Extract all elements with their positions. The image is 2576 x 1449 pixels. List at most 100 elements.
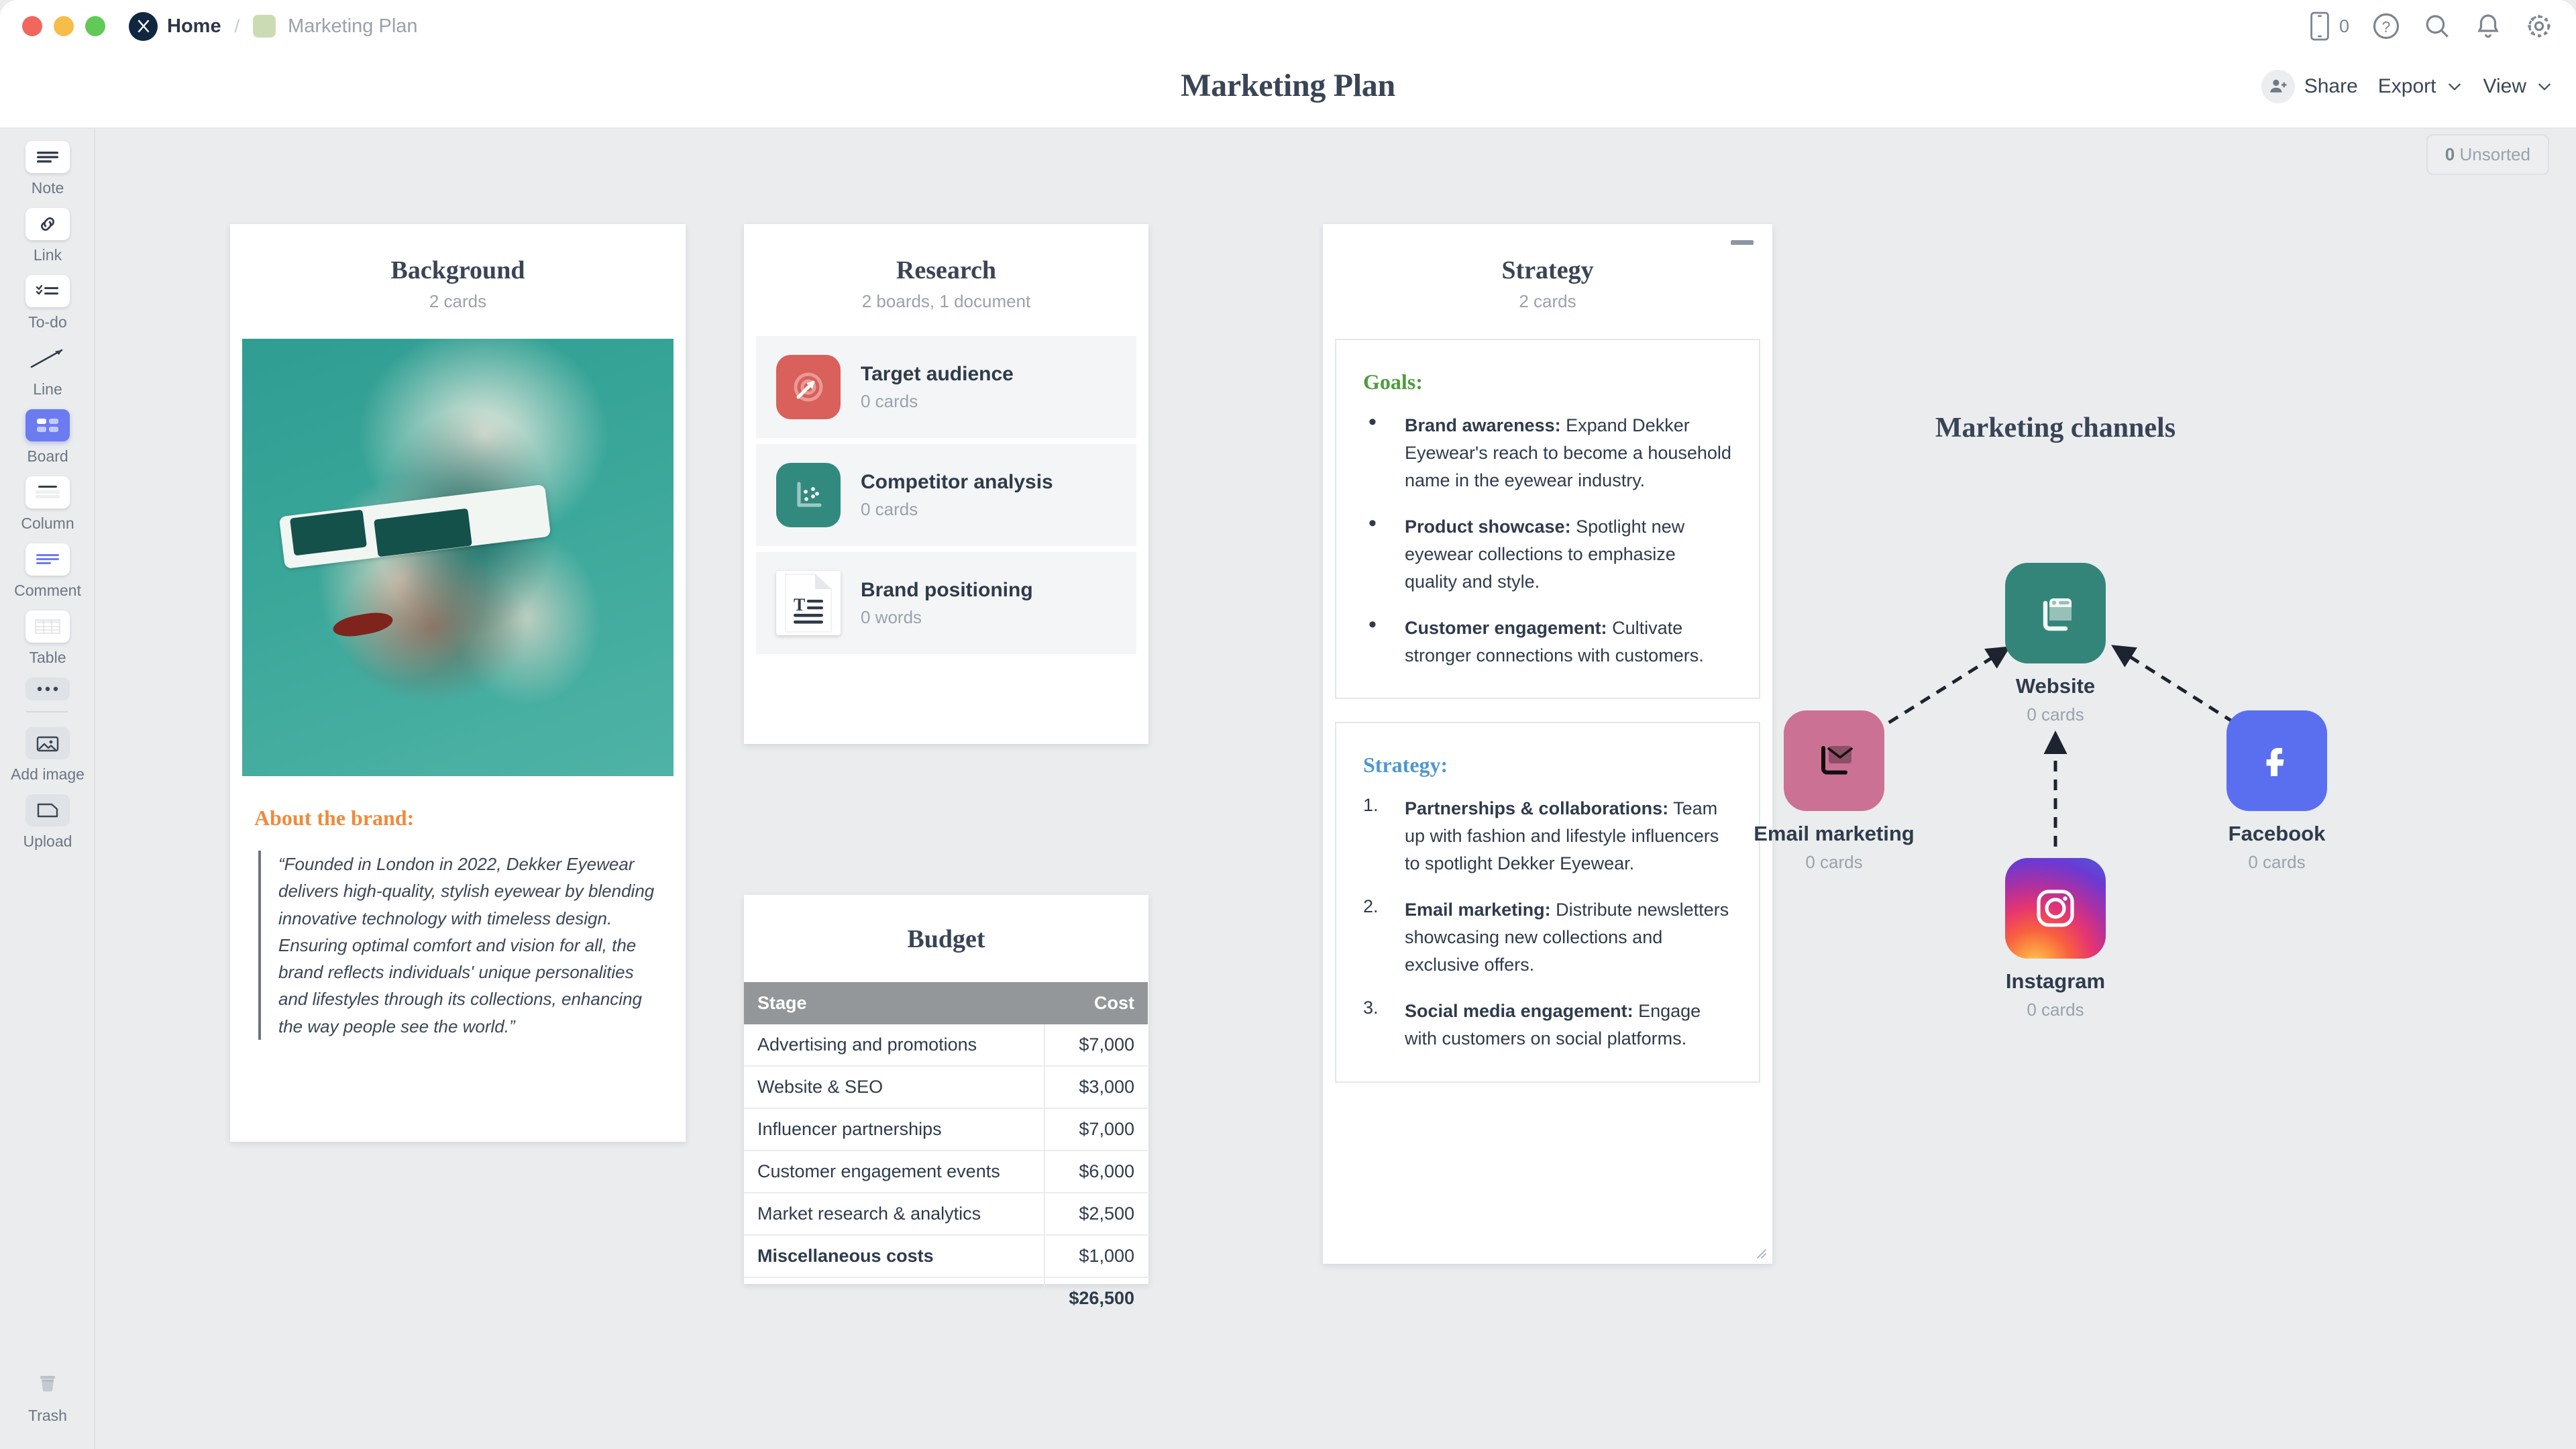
comment-icon <box>25 543 70 576</box>
tool-upload[interactable]: Upload <box>0 794 95 851</box>
budget-card-title[interactable]: Budget <box>744 924 1148 954</box>
close-window-button[interactable] <box>22 16 42 36</box>
tool-board[interactable]: Board <box>0 409 95 466</box>
list-item[interactable]: T Brand positioning 0 words <box>756 552 1136 654</box>
device-preview-button[interactable]: 0 <box>2308 11 2349 41</box>
page-title[interactable]: Marketing Plan <box>0 67 2576 104</box>
todo-icon <box>25 275 70 307</box>
goals-note[interactable]: Goals: • Brand awareness: Expand Dekker … <box>1335 339 1760 700</box>
tool-more[interactable] <box>0 678 95 700</box>
tool-line[interactable]: Line <box>0 342 95 398</box>
link-icon <box>25 208 70 240</box>
table-row[interactable]: Miscellaneous costs $1,000 <box>744 1235 1148 1278</box>
tool-note[interactable]: Note <box>0 141 95 197</box>
column-header-cost: Cost <box>1044 982 1148 1024</box>
list-item-meta: 0 cards <box>861 390 918 411</box>
bullet-marker: • <box>1368 612 1377 638</box>
breadcrumb-color-swatch <box>253 15 276 38</box>
website-icon <box>2005 563 2106 663</box>
budget-card-header: Budget <box>744 895 1148 954</box>
budget-table[interactable]: Stage Cost Advertising and promotions $7… <box>744 982 1148 1319</box>
cell-total-label <box>744 1277 1045 1319</box>
column-icon <box>25 476 70 508</box>
tool-add-image-label: Add image <box>11 765 85 783</box>
number-marker: 2. <box>1363 896 1379 917</box>
list-item[interactable]: Target audience 0 cards <box>756 336 1136 438</box>
topbar-actions: 0 ? <box>2308 11 2553 41</box>
background-card-title[interactable]: Background <box>230 256 686 285</box>
zoom-window-button[interactable] <box>85 16 105 36</box>
card-strategy[interactable]: Strategy 2 cards Goals: • Brand awarenes… <box>1323 224 1772 1264</box>
channel-node-instagram[interactable]: Instagram 0 cards <box>1968 858 2143 1020</box>
tool-link[interactable]: Link <box>0 208 95 264</box>
tool-trash[interactable]: Trash <box>0 1368 95 1425</box>
channel-meta: 0 cards <box>2248 852 2306 872</box>
tool-column-label: Column <box>21 515 74 532</box>
window-titlebar: Home / Marketing Plan 0 ? <box>0 0 2576 52</box>
tool-column[interactable]: Column <box>0 476 95 533</box>
cell-cost: $7,000 <box>1044 1024 1148 1067</box>
add-image-icon <box>25 727 70 759</box>
channel-node-email-marketing[interactable]: Email marketing 0 cards <box>1747 710 1921 873</box>
table-total-row[interactable]: $26,500 <box>744 1277 1148 1319</box>
card-research[interactable]: Research 2 boards, 1 document Target aud… <box>744 224 1148 744</box>
tool-todo-label: To-do <box>28 313 67 331</box>
tool-todo[interactable]: To-do <box>0 275 95 331</box>
column-header-stage: Stage <box>744 982 1044 1024</box>
gear-icon[interactable] <box>2525 12 2553 40</box>
trash-icon <box>25 1368 70 1401</box>
share-button[interactable]: Share <box>2261 70 2358 103</box>
channel-node-website[interactable]: Website 0 cards <box>1968 563 2143 725</box>
facebook-icon <box>2226 710 2327 811</box>
strategy-card-title[interactable]: Strategy <box>1323 256 1772 285</box>
strategy-note[interactable]: Strategy: 1. Partnerships & collaboratio… <box>1335 722 1760 1083</box>
strategy-card-header: Strategy 2 cards <box>1323 224 1772 312</box>
instagram-icon <box>2005 858 2106 959</box>
list-item: • Product showcase: Spotlight new eyewea… <box>1363 512 1732 596</box>
channel-name: Email marketing <box>1754 822 1915 845</box>
channel-node-facebook[interactable]: Facebook 0 cards <box>2190 710 2364 873</box>
breadcrumb-current[interactable]: Marketing Plan <box>288 15 417 38</box>
table-row[interactable]: Advertising and promotions $7,000 <box>744 1024 1148 1067</box>
list-item: • Brand awareness: Expand Dekker Eyewear… <box>1363 411 1732 494</box>
line-icon <box>25 342 70 374</box>
app-logo-icon[interactable] <box>129 11 158 41</box>
cell-stage: Influencer partnerships <box>744 1108 1045 1151</box>
tool-comment-label: Comment <box>14 582 81 599</box>
table-row[interactable]: Website & SEO $3,000 <box>744 1066 1148 1109</box>
list-item-name: Brand positioning <box>861 578 1033 601</box>
board-canvas[interactable]: 0 Unsorted Background 2 cards About the … <box>97 130 2576 1449</box>
help-icon[interactable]: ? <box>2372 12 2400 40</box>
resize-handle[interactable] <box>1752 1244 1767 1259</box>
table-row[interactable]: Influencer partnerships $7,000 <box>744 1108 1148 1151</box>
card-background[interactable]: Background 2 cards About the brand: “Fou… <box>230 224 686 1142</box>
search-icon[interactable] <box>2423 12 2451 40</box>
strategy-list: 1. Partnerships & collaborations: Team u… <box>1363 795 1732 1053</box>
marketing-channels-diagram[interactable]: Marketing channels Website 0 cards Email… <box>1720 412 2391 1020</box>
tool-trash-label: Trash <box>28 1407 67 1424</box>
export-button[interactable]: Export <box>2378 75 2463 98</box>
view-button[interactable]: View <box>2483 75 2553 98</box>
table-row[interactable]: Market research & analytics $2,500 <box>744 1193 1148 1236</box>
card-budget[interactable]: Budget Stage Cost Advertising and promot… <box>744 895 1148 1319</box>
number-marker: 3. <box>1363 998 1379 1018</box>
research-card-title[interactable]: Research <box>744 256 1148 285</box>
tool-table[interactable]: Table <box>0 610 95 667</box>
channel-name: Instagram <box>2005 969 2106 993</box>
cell-cost: $1,000 <box>1044 1235 1148 1278</box>
list-item-name: Target audience <box>861 362 1014 385</box>
notifications-icon[interactable] <box>2474 12 2502 40</box>
table-row[interactable]: Customer engagement events $6,000 <box>744 1150 1148 1193</box>
collapse-card-button[interactable] <box>1731 240 1754 245</box>
tool-comment[interactable]: Comment <box>0 543 95 600</box>
unsorted-badge[interactable]: 0 Unsorted <box>2426 134 2549 175</box>
breadcrumb-home[interactable]: Home <box>167 15 221 38</box>
list-item[interactable]: Competitor analysis 0 cards <box>756 444 1136 546</box>
svg-text:T: T <box>794 595 805 614</box>
minimize-window-button[interactable] <box>54 16 74 36</box>
cell-cost: $2,500 <box>1044 1193 1148 1236</box>
tool-add-image[interactable]: Add image <box>0 727 95 784</box>
brand-photo[interactable] <box>242 339 674 776</box>
goal-lead: Customer engagement: <box>1405 618 1607 639</box>
svg-text:?: ? <box>2382 18 2391 36</box>
